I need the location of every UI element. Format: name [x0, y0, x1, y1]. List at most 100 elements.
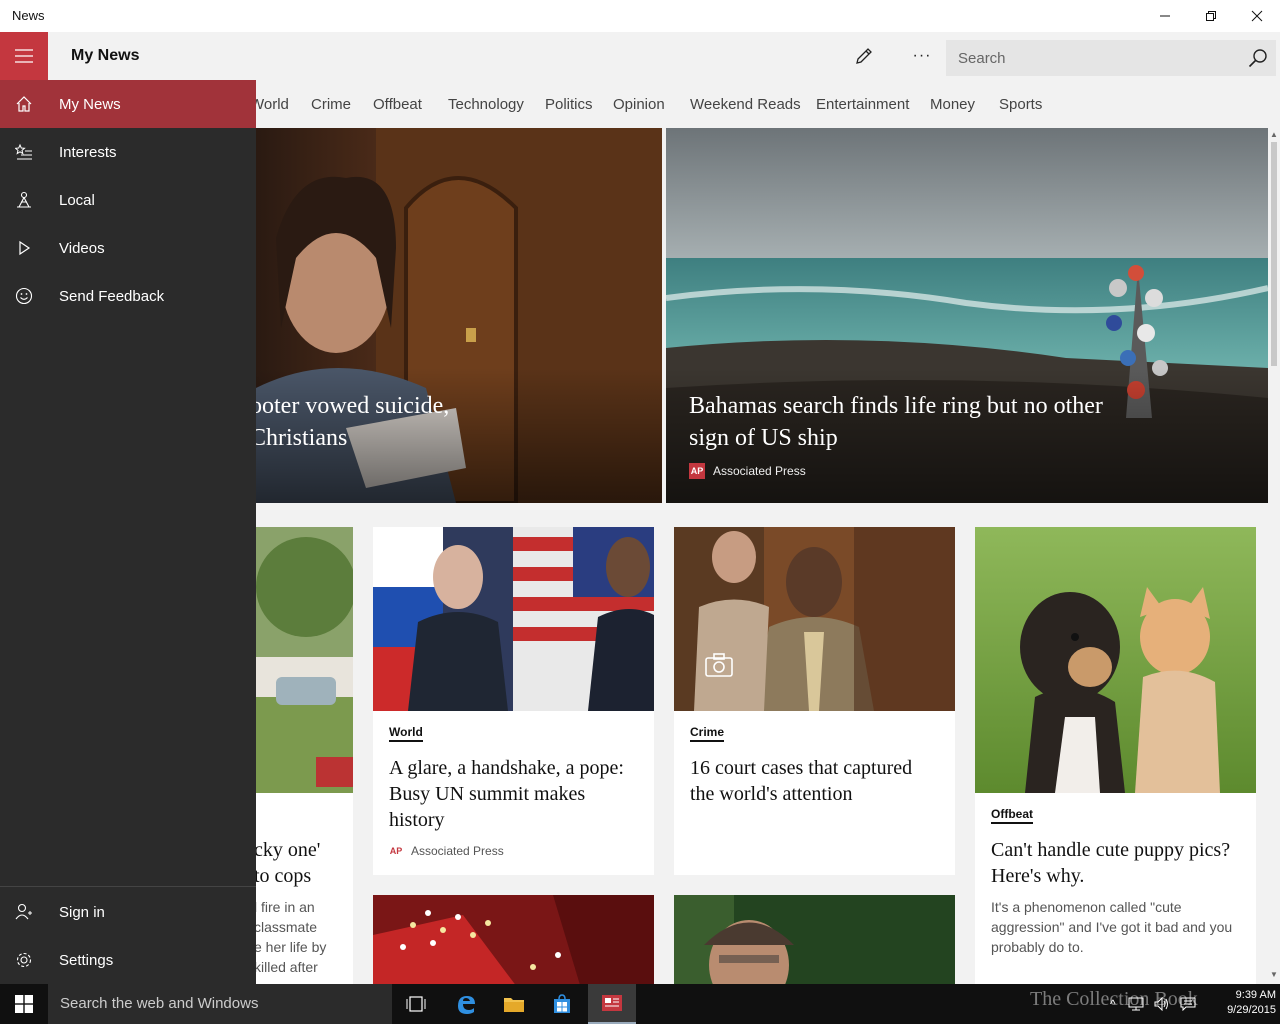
- tab-weekend-reads[interactable]: Weekend Reads: [690, 96, 801, 113]
- category-tabs: World Crime Offbeat Technology Politics …: [250, 80, 1280, 128]
- story-blurb-partial-line1: l fire in an: [256, 899, 315, 915]
- content-scrollbar[interactable]: ▲ ▼: [1268, 128, 1280, 984]
- gear-icon: [0, 936, 48, 984]
- story-category-crime[interactable]: Crime: [690, 725, 725, 742]
- system-tray: ^: [1110, 984, 1196, 1024]
- story-card-bottom-2[interactable]: [674, 895, 955, 984]
- nav-label-my-news: My News: [59, 95, 121, 113]
- network-icon[interactable]: [1128, 997, 1144, 1011]
- title-bar: News: [0, 0, 1280, 32]
- clock-time: 9:39 AM: [1235, 989, 1276, 1001]
- task-view-button[interactable]: [392, 984, 440, 1024]
- story-blurb-partial-line3: e her life by: [256, 939, 327, 955]
- story-blurb-partial: l fire in an classmate e her life by kil…: [256, 897, 337, 977]
- story-card-world[interactable]: World A glare, a handshake, a pope: Busy…: [373, 527, 654, 875]
- taskbar: Search the web and Windows The Collectio…: [0, 984, 1280, 1024]
- story-title-world: A glare, a handshake, a pope: Busy UN su…: [389, 757, 624, 831]
- nav-label-sign-in: Sign in: [59, 903, 105, 921]
- nav-label-send-feedback: Send Feedback: [59, 287, 165, 305]
- clock-date: 9/29/2015: [1227, 1004, 1276, 1016]
- tab-technology[interactable]: Technology: [448, 96, 524, 113]
- close-button[interactable]: [1234, 0, 1280, 32]
- news-app-icon: [602, 995, 622, 1011]
- story-card-bottom-1[interactable]: [373, 895, 654, 984]
- local-icon: [0, 176, 48, 224]
- hamburger-button[interactable]: [0, 32, 48, 80]
- nav-label-videos: Videos: [59, 239, 105, 257]
- tab-crime[interactable]: Crime: [311, 96, 351, 113]
- story-card-partial[interactable]: cky one' to cops l fire in an classmate …: [256, 527, 353, 984]
- nav-item-send-feedback[interactable]: Send Feedback: [0, 272, 256, 320]
- ap-logo-icon: AP: [689, 463, 705, 479]
- story-image-world: [373, 527, 654, 711]
- nav-label-settings: Settings: [59, 951, 114, 969]
- story-image-crime: [674, 527, 955, 711]
- hero-headline-1-line1: ooter vowed suicide,: [256, 393, 450, 419]
- tab-sports[interactable]: Sports: [999, 96, 1042, 113]
- story-image-partial: [256, 527, 353, 793]
- more-button[interactable]: ···: [899, 32, 945, 80]
- story-title-partial-line2: to cops: [256, 865, 312, 887]
- nav-item-videos[interactable]: Videos: [0, 224, 256, 272]
- edge-browser-button[interactable]: [442, 984, 490, 1024]
- story-category-offbeat[interactable]: Offbeat: [991, 807, 1033, 824]
- story-source-world: AP Associated Press: [389, 844, 504, 858]
- folder-icon: [504, 998, 524, 1012]
- tab-entertainment[interactable]: Entertainment: [816, 96, 909, 113]
- store-button[interactable]: [538, 984, 586, 1024]
- show-hidden-icons-chevron-icon[interactable]: ^: [1110, 997, 1116, 1011]
- app-header: My News ···: [0, 32, 1280, 80]
- tab-money[interactable]: Money: [930, 96, 975, 113]
- navigation-pane: My News Interests Local Videos Send Feed…: [0, 80, 256, 984]
- story-card-crime[interactable]: Crime 16 court cases that captured the w…: [674, 527, 955, 875]
- start-button[interactable]: [0, 984, 48, 1024]
- tab-opinion[interactable]: Opinion: [613, 96, 665, 113]
- file-explorer-button[interactable]: [490, 984, 538, 1024]
- tab-politics[interactable]: Politics: [545, 96, 593, 113]
- star-list-icon: [0, 128, 48, 176]
- nav-item-interests[interactable]: Interests: [0, 128, 256, 176]
- hero-headline-1: ooter vowed suicide, Christians: [256, 390, 449, 454]
- minimize-button[interactable]: [1142, 0, 1188, 32]
- volume-icon[interactable]: [1154, 997, 1170, 1011]
- nav-label-local: Local: [59, 191, 95, 209]
- nav-item-my-news[interactable]: My News: [0, 80, 256, 128]
- story-title-offbeat: Can't handle cute puppy pics? Here's why…: [991, 839, 1231, 887]
- restore-icon: [1206, 11, 1216, 21]
- nav-item-local[interactable]: Local: [0, 176, 256, 224]
- action-center-icon[interactable]: [1180, 997, 1196, 1011]
- nav-label-interests: Interests: [59, 143, 117, 161]
- search-input[interactable]: [946, 40, 1236, 76]
- restore-button[interactable]: [1188, 0, 1234, 32]
- news-app-button[interactable]: [588, 984, 636, 1024]
- minimize-icon: [1160, 15, 1170, 17]
- taskbar-clock[interactable]: 9:39 AM 9/29/2015: [1200, 988, 1276, 1018]
- story-title-partial-line1: cky one': [256, 839, 321, 861]
- story-title-crime: 16 court cases that captured the world's…: [690, 757, 913, 805]
- tab-offbeat[interactable]: Offbeat: [373, 96, 422, 113]
- story-source-label-world: Associated Press: [411, 844, 504, 858]
- nav-item-settings[interactable]: Settings: [0, 936, 256, 984]
- story-blurb-partial-line4: killed after: [256, 959, 318, 975]
- pencil-icon: [856, 48, 872, 64]
- nav-divider: [0, 886, 256, 887]
- story-image-offbeat: [975, 527, 1256, 793]
- story-category-world[interactable]: World: [389, 725, 423, 742]
- hero-story-2[interactable]: Bahamas search finds life ring but no ot…: [666, 128, 1268, 503]
- story-image-bottom-1: [373, 895, 654, 984]
- edit-button[interactable]: [841, 32, 887, 80]
- story-title-partial: cky one' to cops: [256, 837, 337, 889]
- hero-headline-1-line2: Christians: [256, 425, 348, 451]
- story-card-offbeat[interactable]: Offbeat Can't handle cute puppy pics? He…: [975, 527, 1256, 984]
- taskbar-search-box[interactable]: Search the web and Windows: [48, 984, 392, 1024]
- search-box: [946, 40, 1276, 76]
- scroll-down-arrow-icon[interactable]: ▼: [1270, 970, 1278, 979]
- scroll-up-arrow-icon[interactable]: ▲: [1270, 130, 1278, 139]
- nav-item-sign-in[interactable]: Sign in: [0, 888, 256, 936]
- scrollbar-thumb[interactable]: [1271, 142, 1277, 366]
- search-icon[interactable]: [1248, 48, 1268, 68]
- smiley-icon: [0, 272, 48, 320]
- hero-story-1[interactable]: ooter vowed suicide, Christians: [256, 128, 662, 503]
- store-icon: [554, 994, 570, 1013]
- windows-logo-icon: [15, 995, 33, 1013]
